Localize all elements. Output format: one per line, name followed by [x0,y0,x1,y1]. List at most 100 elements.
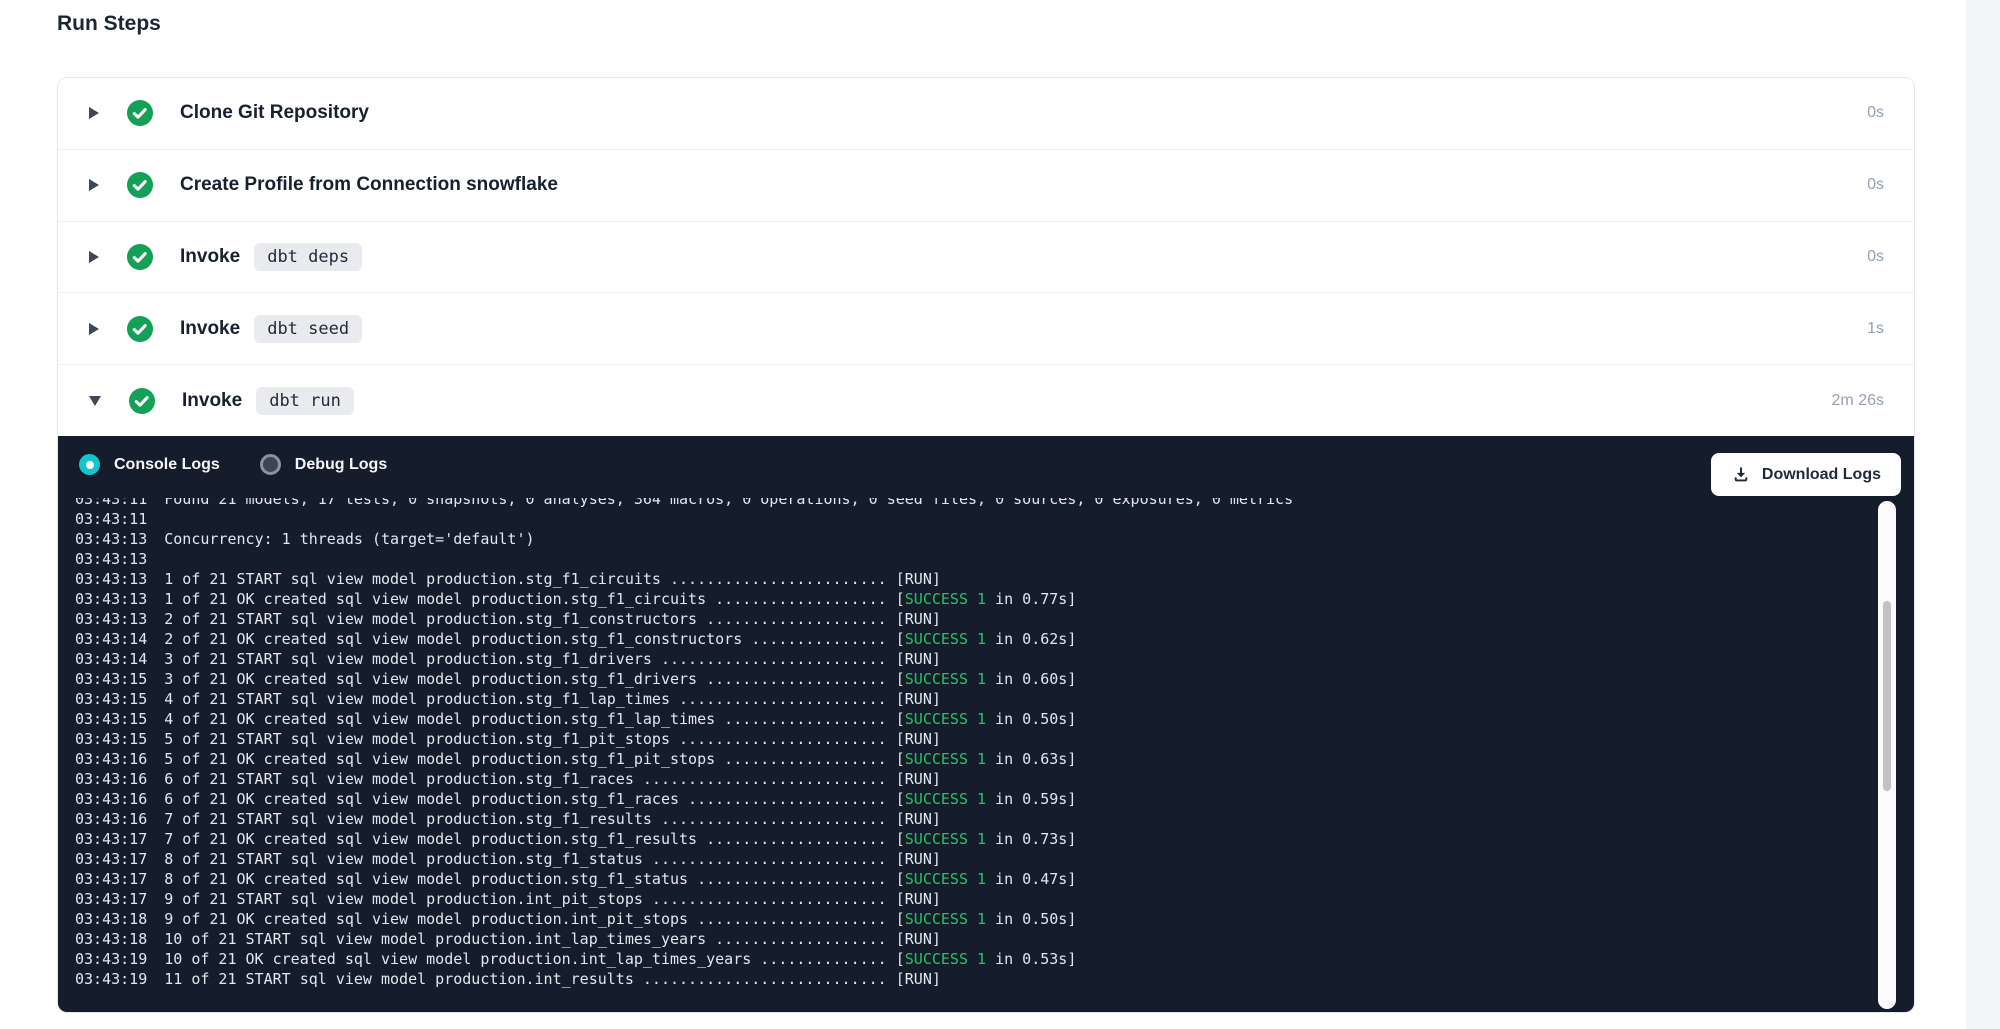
log-status: SUCCESS 1 [905,950,986,968]
log-bracket: [ [887,590,905,608]
log-duration: in 0.73s [986,830,1067,848]
log-line: 03:43:178 of 21 OK created sql view mode… [75,869,1865,889]
log-bracket: [ [887,650,905,668]
log-timestamp: 03:43:14 [75,630,147,648]
log-message: 9 of 21 OK created sql view model produc… [164,910,886,928]
log-status: SUCCESS 1 [905,710,986,728]
log-bracket: ] [1067,790,1076,808]
step-row-dbt-deps[interactable]: Invokedbt deps0s [58,222,1914,294]
log-bracket: [ [887,710,905,728]
log-line: 03:43:167 of 21 START sql view model pro… [75,809,1865,829]
console-header: Console Logs Debug Logs Download Log [58,436,1915,498]
log-bracket: ] [932,850,941,868]
log-type-radio-group: Console Logs Debug Logs [79,454,387,475]
log-status: SUCCESS 1 [905,910,986,928]
log-status: RUN [905,690,932,708]
page-right-gutter [1966,0,2000,1029]
log-message: 1 of 21 START sql view model production.… [164,570,886,588]
console-log-lines: 03:43:11 Found 21 models, 17 tests, 0 sna… [75,498,1865,989]
log-timestamp: 03:43:13 [75,550,147,568]
log-timestamp: 03:43:15 [75,730,147,748]
log-duration: in 0.60s [986,670,1067,688]
log-bracket: ] [932,770,941,788]
radio-console-logs-label[interactable]: Console Logs [114,456,220,474]
log-line: 03:43:165 of 21 OK created sql view mode… [75,749,1865,769]
radio-debug-logs[interactable]: Debug Logs [260,454,387,475]
log-bracket: [ [887,770,905,788]
log-message: 2 of 21 OK created sql view model produc… [164,630,886,648]
log-timestamp: 03:43:18 [75,910,147,928]
log-message: 10 of 21 OK created sql view model produ… [164,950,886,968]
log-line: 03:43:11 [75,509,1865,529]
console-panel: Console Logs Debug Logs Download Log [58,436,1915,1013]
radio-selected-icon[interactable] [79,454,100,475]
log-bracket: [ [887,910,905,928]
download-logs-label: Download Logs [1762,466,1881,484]
log-line: 03:43:13Concurrency: 1 threads (target='… [75,529,1865,549]
log-timestamp: 03:43:13 [75,610,147,628]
log-bracket: ] [932,570,941,588]
log-duration: in 0.59s [986,790,1067,808]
log-timestamp: 03:43:11 [75,510,147,528]
log-bracket: ] [932,930,941,948]
caret-right-icon[interactable] [89,107,99,119]
log-timestamp: 03:43:17 [75,830,147,848]
radio-debug-logs-label[interactable]: Debug Logs [295,456,387,474]
log-timestamp: 03:43:15 [75,690,147,708]
log-timestamp: 03:43:19 [75,970,147,988]
log-line: 03:43:1810 of 21 START sql view model pr… [75,929,1865,949]
log-message: 3 of 21 START sql view model production.… [164,650,886,668]
log-bracket: ] [932,650,941,668]
caret-down-icon[interactable] [89,396,101,406]
step-row-dbt-seed[interactable]: Invokedbt seed1s [58,293,1914,365]
log-line: 03:43:1910 of 21 OK created sql view mod… [75,949,1865,969]
radio-unselected-icon[interactable] [260,454,281,475]
caret-right-icon[interactable] [89,179,99,191]
log-line: 03:43:178 of 21 START sql view model pro… [75,849,1865,869]
log-status: SUCCESS 1 [905,870,986,888]
caret-right-icon[interactable] [89,251,99,263]
log-line: 03:43:166 of 21 START sql view model pro… [75,769,1865,789]
log-line: 03:43:154 of 21 OK created sql view mode… [75,709,1865,729]
log-timestamp: 03:43:15 [75,710,147,728]
log-bracket: [ [887,690,905,708]
log-message: 1 of 21 OK created sql view model produc… [164,590,886,608]
log-duration: in 0.63s [986,750,1067,768]
log-message: 4 of 21 START sql view model production.… [164,690,886,708]
log-bracket: [ [887,930,905,948]
log-bracket: [ [887,630,905,648]
log-bracket: [ [887,970,905,988]
log-timestamp: 03:43:13 [75,590,147,608]
log-bracket: ] [1067,710,1076,728]
step-row-clone-git-repository[interactable]: Clone Git Repository0s [58,78,1914,150]
console-scrollbar-thumb[interactable] [1883,601,1891,791]
log-line: 03:43:179 of 21 START sql view model pro… [75,889,1865,909]
command-badge: dbt run [256,387,354,415]
log-message: Found 21 models, 17 tests, 0 snapshots, … [164,498,1293,508]
log-bracket: [ [887,750,905,768]
radio-console-logs[interactable]: Console Logs [79,454,220,475]
log-message: 6 of 21 OK created sql view model produc… [164,790,886,808]
step-duration: 0s [1867,248,1884,266]
log-status: SUCCESS 1 [905,830,986,848]
log-duration: in 0.62s [986,630,1067,648]
log-message: 9 of 21 START sql view model production.… [164,890,886,908]
log-bracket: [ [887,670,905,688]
log-timestamp: 03:43:14 [75,650,147,668]
download-logs-button[interactable]: Download Logs [1711,453,1901,496]
step-row-dbt-run[interactable]: Invokedbt run2m 26s [58,365,1914,436]
log-timestamp: 03:43:11 [75,498,147,508]
log-bracket: ] [1067,630,1076,648]
step-label: Clone Git Repository [180,102,369,124]
log-bracket: ] [932,730,941,748]
log-bracket: [ [887,610,905,628]
caret-right-icon[interactable] [89,323,99,335]
log-message: 6 of 21 START sql view model production.… [164,770,886,788]
log-bracket: [ [887,730,905,748]
console-scrollbar-track[interactable] [1878,501,1896,1009]
log-status: RUN [905,610,932,628]
log-status: SUCCESS 1 [905,590,986,608]
log-bracket: [ [887,950,905,968]
step-row-create-profile-from-connection-snowflake[interactable]: Create Profile from Connection snowflake… [58,150,1914,222]
log-bracket: ] [932,810,941,828]
